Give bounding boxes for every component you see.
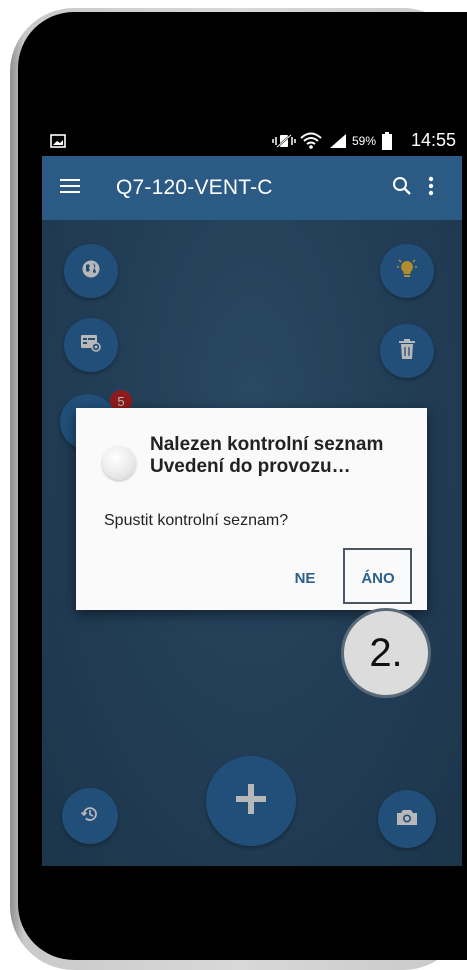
signal-icon xyxy=(328,132,348,150)
menu-icon[interactable] xyxy=(60,178,80,199)
dialog-message: Spustit kontrolní seznam? xyxy=(104,512,289,529)
more-vert-icon[interactable] xyxy=(428,176,434,201)
page-title: Q7-120-VENT-C xyxy=(116,176,273,199)
gallery-icon xyxy=(50,132,66,150)
battery-percent: 59% xyxy=(352,134,377,148)
clock: 14:55 xyxy=(410,130,456,150)
checklist-dialog-icon xyxy=(102,446,136,480)
mute-vibrate-icon xyxy=(272,132,296,150)
step-callout: 2. xyxy=(341,608,431,698)
battery-icon xyxy=(382,132,392,150)
search-icon[interactable] xyxy=(392,176,412,201)
status-bar: 59% 14:55 xyxy=(42,126,462,156)
no-button[interactable]: NE xyxy=(280,558,330,598)
dialog-title: Nalezen kontrolní seznam Uvedení do prov… xyxy=(150,434,384,477)
app-bar: Q7-120-VENT-C xyxy=(42,156,462,220)
yes-button[interactable]: ÁNO xyxy=(344,558,412,598)
checklist-dialog: Nalezen kontrolní seznam Uvedení do prov… xyxy=(76,408,427,610)
wifi-icon xyxy=(300,132,322,150)
